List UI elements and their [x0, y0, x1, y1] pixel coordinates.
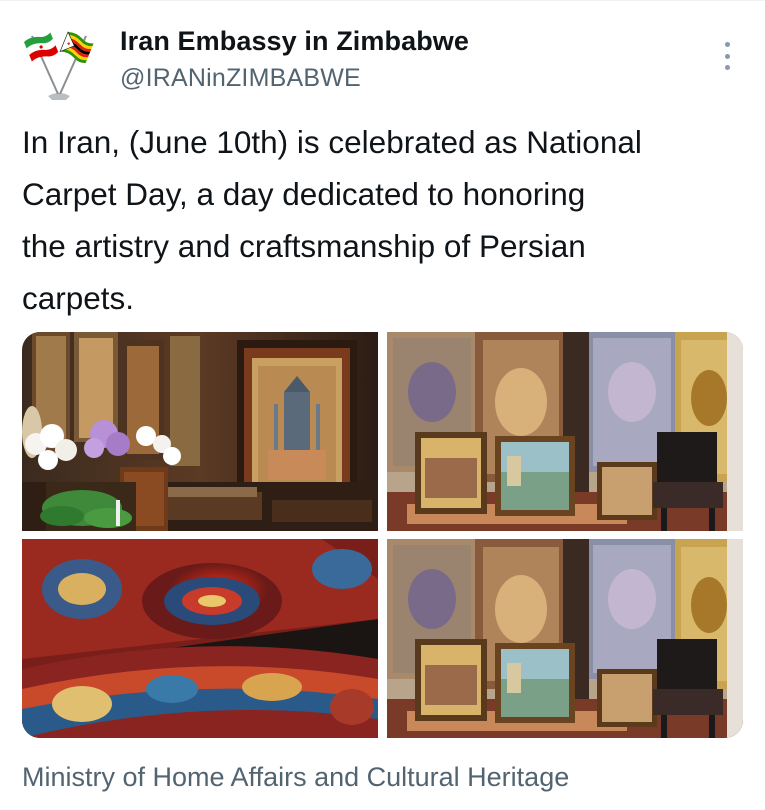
- divider: [0, 0, 765, 1]
- source-label: Ministry of Home Affairs and Cultural He…: [22, 762, 570, 792]
- media-image-1[interactable]: [22, 332, 378, 531]
- account-handle[interactable]: @IRANinZIMBABWE: [120, 64, 361, 93]
- tweet-text: In Iran, (June 10th) is celebrated as Na…: [22, 124, 642, 316]
- more-dot: [724, 65, 730, 70]
- media-grid: [22, 332, 743, 738]
- media-image-3[interactable]: [22, 539, 378, 738]
- rolled-carpet-photo: [22, 539, 378, 738]
- more-dot: [724, 42, 730, 47]
- media-image-2[interactable]: [387, 332, 743, 531]
- carpet-shop-photo: [387, 332, 743, 531]
- avatar[interactable]: [18, 30, 100, 102]
- carpet-shop-photo: [387, 539, 743, 738]
- tweet-card: Iran Embassy in Zimbabwe @IRANinZIMBABWE…: [0, 0, 765, 810]
- display-name[interactable]: Iran Embassy in Zimbabwe: [120, 26, 469, 57]
- more-dot: [724, 53, 730, 59]
- more-options-icon[interactable]: [714, 40, 740, 72]
- media-image-4[interactable]: [387, 539, 743, 738]
- carpet-exhibition-photo: [22, 332, 378, 531]
- crossed-flags-iran-zimbabwe-icon: [24, 31, 94, 100]
